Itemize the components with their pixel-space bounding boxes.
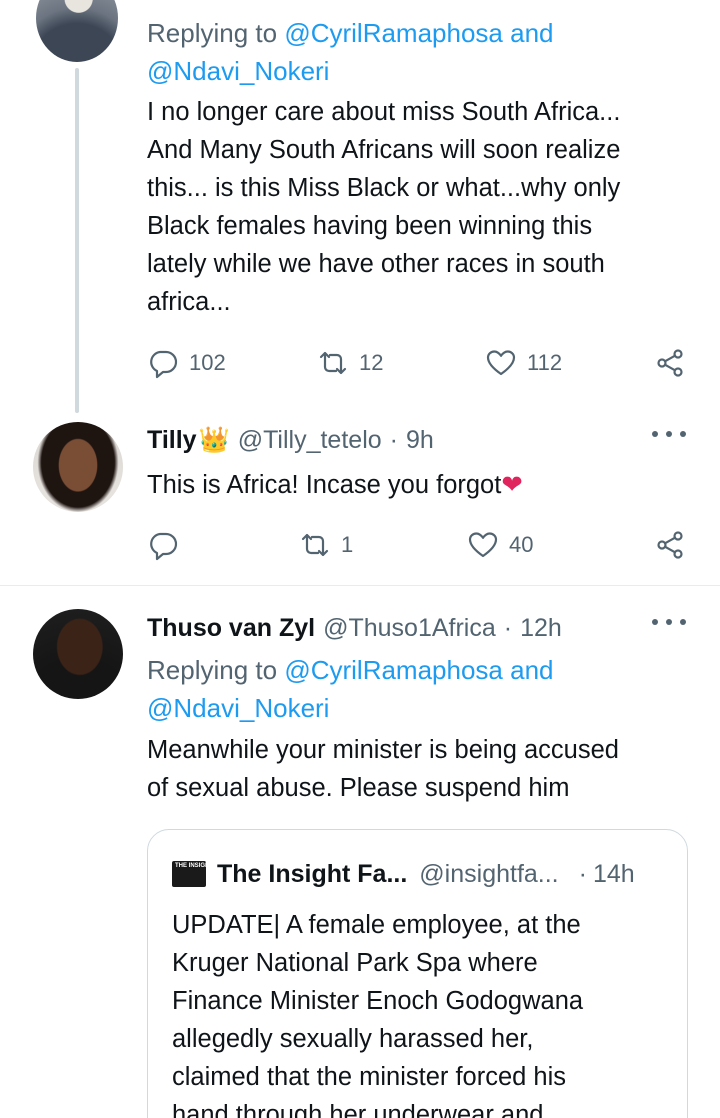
quoted-text-line: Finance Minister Enoch Godogwana xyxy=(172,987,584,1015)
mention-link[interactable]: @Ndavi_Nokeri xyxy=(147,693,329,723)
replying-to: Replying to @CyrilRamaphosa and @Ndavi_N… xyxy=(147,651,690,727)
tweet-text-line: And Many South Africans will soon realiz… xyxy=(147,136,621,164)
share-button[interactable] xyxy=(654,345,686,381)
display-name[interactable]: Thuso van Zyl xyxy=(147,614,315,643)
retweet-button[interactable]: 12 xyxy=(317,345,383,381)
display-name[interactable]: Tilly xyxy=(147,426,197,455)
replying-to-prefix: Replying to xyxy=(147,18,278,48)
timestamp[interactable]: 12h xyxy=(520,614,562,643)
tweet-text-line: Black females having been winning this xyxy=(147,212,593,240)
quoted-tweet-text: UPDATE| A female employee, at the Kruger… xyxy=(172,906,669,1118)
reply-icon xyxy=(150,532,178,561)
tweet-text: This is Africa! Incase you forgot❤ xyxy=(147,466,690,504)
tweet-text-line: lately while we have other races in sout… xyxy=(147,250,605,278)
separator-dot: · xyxy=(389,425,398,454)
mention-link[interactable]: @CyrilRamaphosa xyxy=(284,18,503,48)
retweet-count: 1 xyxy=(341,532,354,557)
quoted-text-line: hand through her underwear and xyxy=(172,1101,544,1118)
tweet-text-line: this... is this Miss Black or what...why… xyxy=(147,174,621,202)
share-icon xyxy=(657,349,683,377)
tweet-text: Meanwhile your minister is being accused… xyxy=(147,731,690,807)
reply-icon xyxy=(150,350,178,379)
tweet-reply-1[interactable]: Replying to @CyrilRamaphosa and @Ndavi_N… xyxy=(0,0,720,413)
like-count: 40 xyxy=(509,532,534,557)
retweet-count: 12 xyxy=(359,350,384,375)
tweet-text: I no longer care about miss South Africa… xyxy=(147,93,690,321)
reply-count: 102 xyxy=(189,350,226,375)
quoted-tweet-card[interactable]: THE INSIGHT FACTOR The Insight Fa... @in… xyxy=(147,829,688,1118)
tweet-actions: 1 40 xyxy=(147,527,692,563)
username[interactable]: @Tilly_tetelo xyxy=(238,426,382,455)
quoted-username[interactable]: @insightfa... xyxy=(419,860,558,889)
replying-and[interactable]: and xyxy=(510,18,553,48)
tweet-text-line: africa... xyxy=(147,288,231,316)
heart-emoji: ❤ xyxy=(501,471,523,499)
share-button[interactable] xyxy=(654,527,686,563)
timestamp[interactable]: 9h xyxy=(406,426,434,455)
tweet-text-line: of sexual abuse. Please suspend him xyxy=(147,774,570,802)
reply-button[interactable]: 102 xyxy=(147,345,226,381)
tweet-reply-2[interactable]: Tilly 👑 @Tilly_tetelo · 9h This is Afric… xyxy=(0,413,720,585)
mention-link[interactable]: @CyrilRamaphosa xyxy=(284,655,503,685)
quoted-timestamp[interactable]: 14h xyxy=(593,860,635,889)
quoted-text-line: UPDATE| A female employee, at the xyxy=(172,911,581,939)
avatar[interactable] xyxy=(36,0,118,62)
quoted-tweet-header: THE INSIGHT FACTOR The Insight Fa... @in… xyxy=(172,856,667,892)
crown-emoji: 👑 xyxy=(198,425,230,454)
more-options-icon[interactable] xyxy=(652,424,686,444)
replying-to: Replying to @CyrilRamaphosa and @Ndavi_N… xyxy=(147,14,690,90)
retweet-button[interactable]: 1 xyxy=(299,527,353,563)
tweet-header: Thuso van Zyl @Thuso1Africa · 12h xyxy=(147,608,690,648)
heart-icon xyxy=(468,532,498,558)
quoted-display-name[interactable]: The Insight Fa... xyxy=(217,860,407,889)
quoted-text-line: allegedly sexually harassed her, xyxy=(172,1025,534,1053)
replying-and[interactable]: and xyxy=(510,655,553,685)
tweet-text-line: This is Africa! Incase you forgot xyxy=(147,471,502,499)
thread-connector-line xyxy=(75,68,79,413)
heart-icon xyxy=(486,350,516,376)
more-options-icon[interactable] xyxy=(652,612,686,632)
mention-link[interactable]: @Ndavi_Nokeri xyxy=(147,56,329,86)
separator-dot: · xyxy=(503,613,513,642)
quoted-text-line: Kruger National Park Spa where xyxy=(172,949,538,977)
tweet-text-line: I no longer care about miss South Africa… xyxy=(147,98,621,126)
retweet-icon xyxy=(301,533,329,557)
separator-dot: · xyxy=(578,859,587,888)
tweet-text-line: Meanwhile your minister is being accused xyxy=(147,736,619,764)
username[interactable]: @Thuso1Africa xyxy=(323,614,496,643)
tweet-header: Tilly 👑 @Tilly_tetelo · 9h xyxy=(147,420,690,460)
reply-button[interactable] xyxy=(147,527,189,563)
avatar[interactable] xyxy=(33,422,123,512)
like-button[interactable]: 40 xyxy=(467,527,533,563)
share-icon xyxy=(657,531,683,559)
quoted-account-logo[interactable]: THE INSIGHT FACTOR xyxy=(172,861,206,887)
like-count: 112 xyxy=(527,350,563,375)
replying-to-prefix: Replying to xyxy=(147,655,278,685)
quoted-text-line: claimed that the minister forced his xyxy=(172,1063,567,1091)
retweet-icon xyxy=(319,351,347,375)
tweet-actions: 102 12 112 xyxy=(147,345,692,381)
like-button[interactable]: 112 xyxy=(485,345,562,381)
avatar[interactable] xyxy=(33,609,123,699)
